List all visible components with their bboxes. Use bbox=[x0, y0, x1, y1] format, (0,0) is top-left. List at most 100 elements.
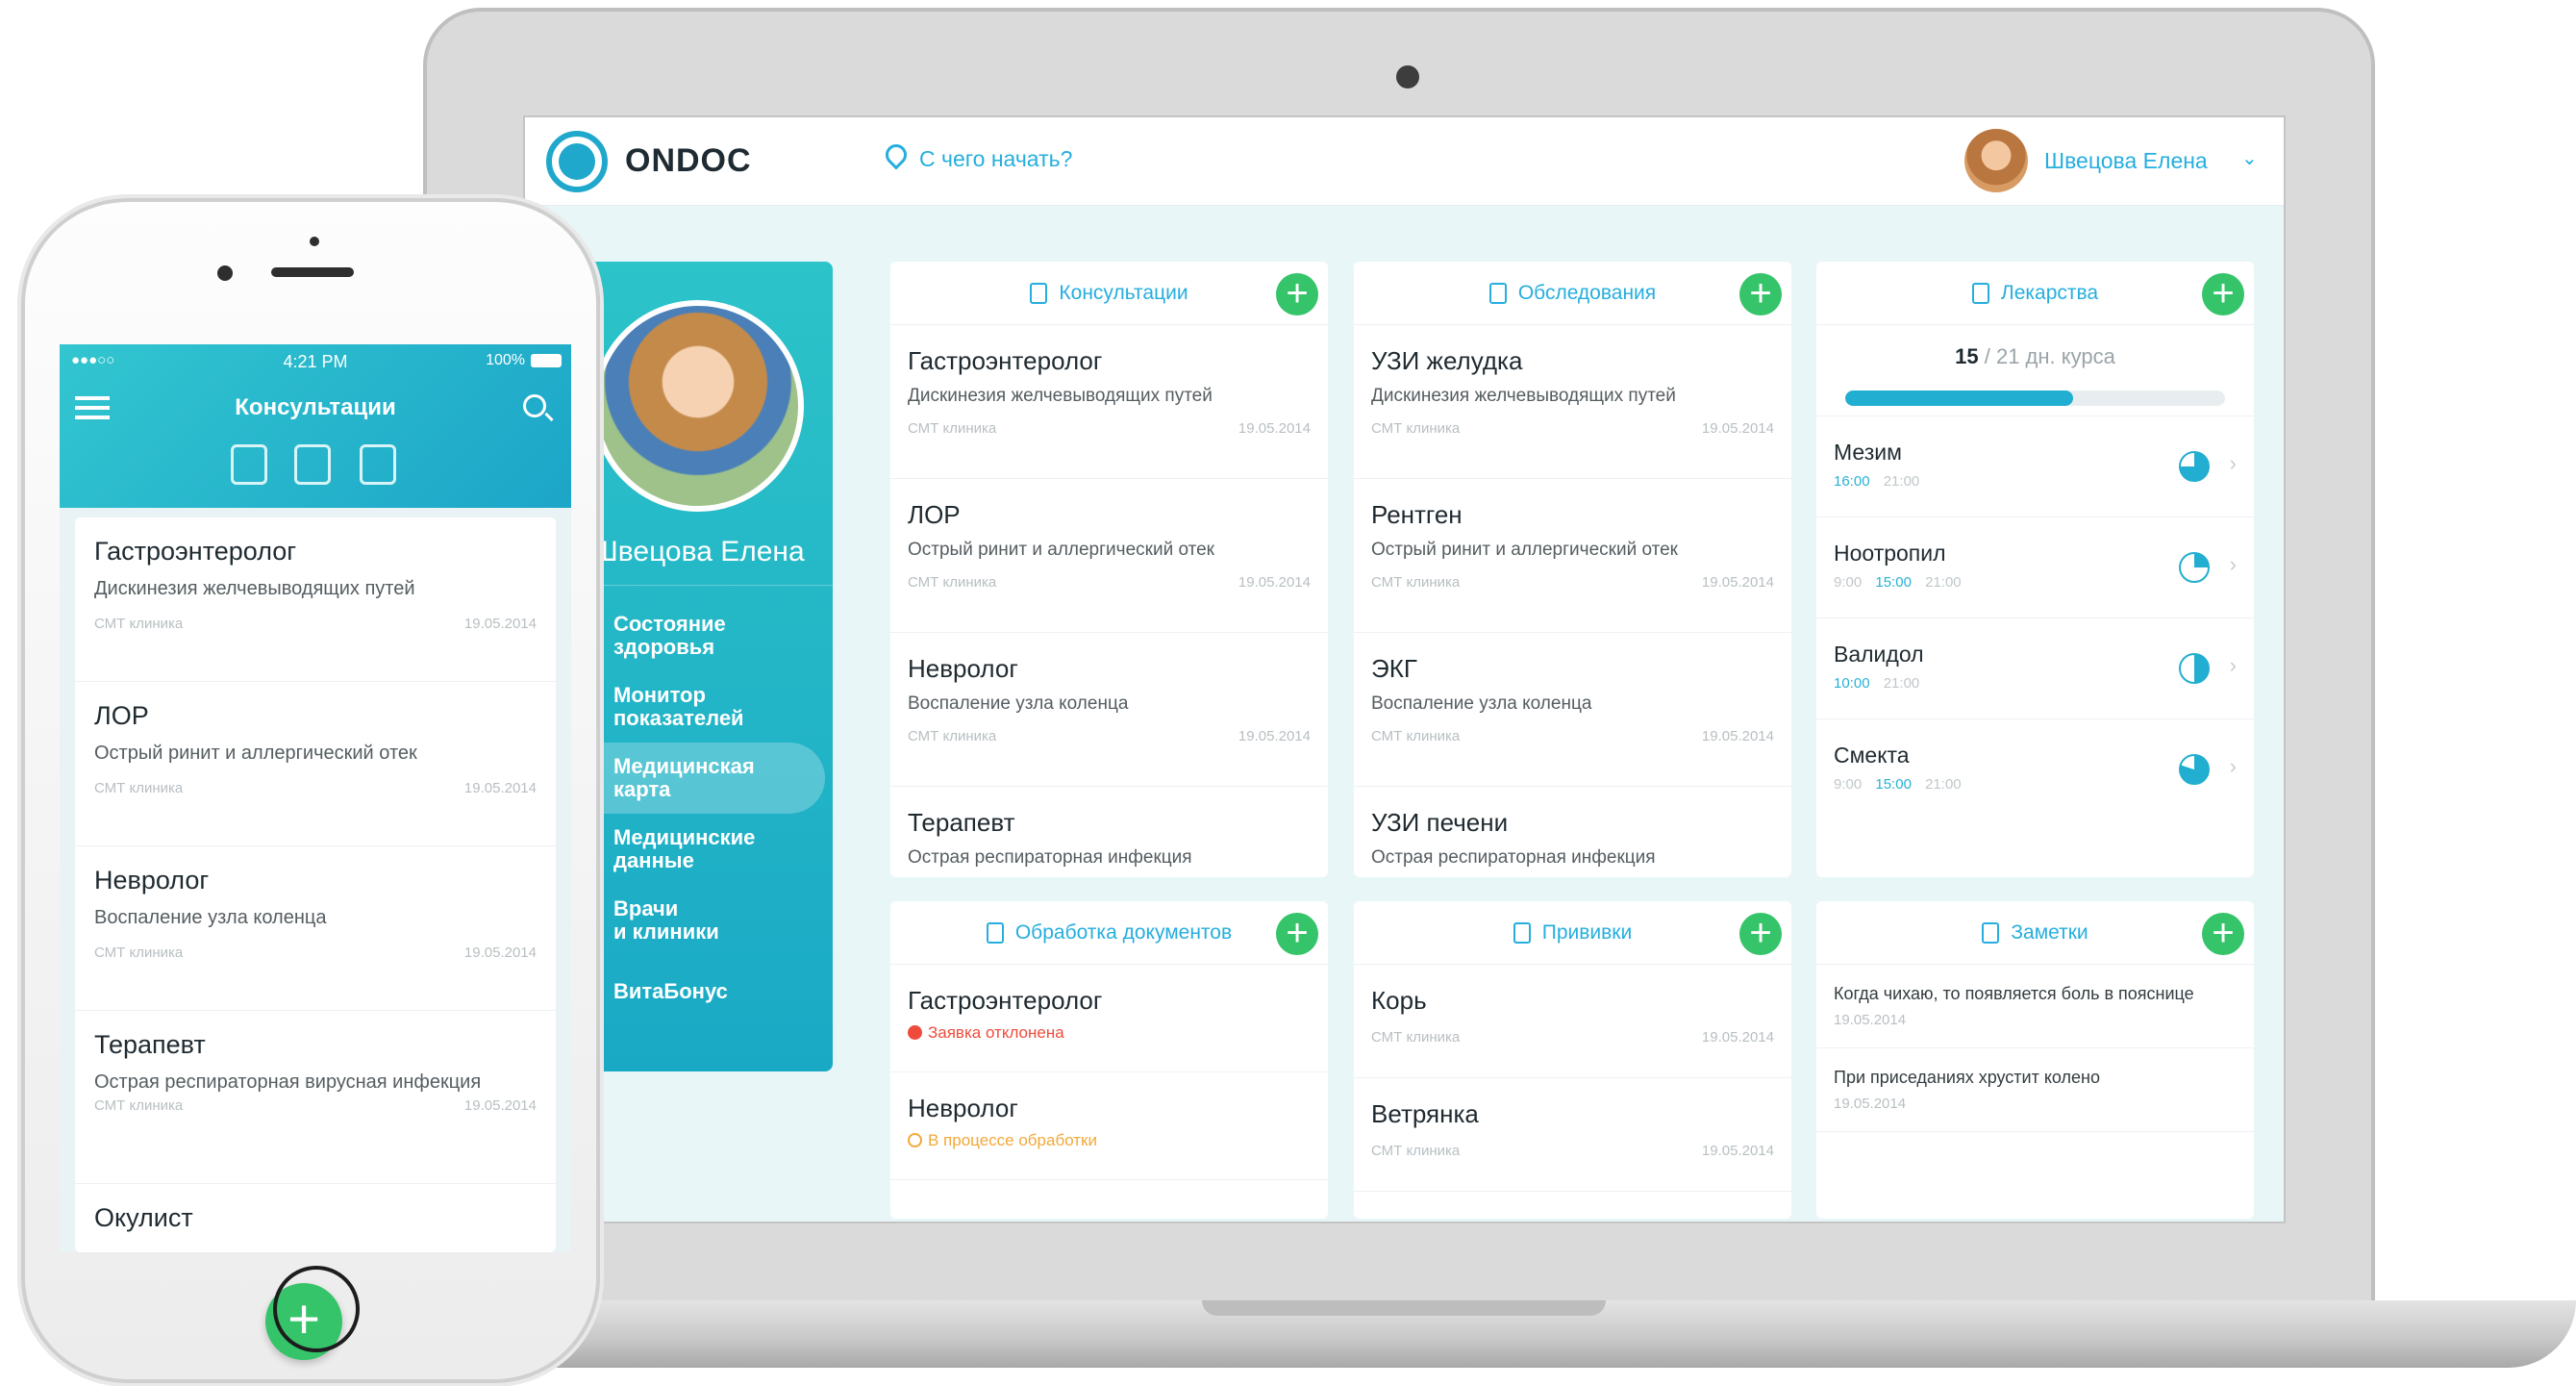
chevron-right-icon[interactable]: › bbox=[2230, 754, 2237, 779]
list-item[interactable]: Рентген Острый ринит и аллергический оте… bbox=[1354, 479, 1791, 633]
status-pending: В процессе обработки bbox=[908, 1131, 1311, 1150]
card-header: Прививки bbox=[1354, 901, 1791, 965]
profile-photo[interactable] bbox=[592, 300, 804, 512]
card-header: Обследования bbox=[1354, 262, 1791, 325]
sidebar-item-health[interactable]: Состояние здоровья bbox=[573, 600, 825, 671]
list-item[interactable]: Окулист bbox=[75, 1184, 556, 1252]
battery-icon bbox=[531, 354, 562, 367]
user-menu-name[interactable]: Швецова Елена bbox=[2044, 148, 2208, 174]
note-item[interactable]: При приседаниях хрустит колено 19.05.2014 bbox=[1816, 1048, 2254, 1132]
note-text: Когда чихаю, то появляется боль в поясни… bbox=[1834, 984, 2194, 1003]
list-item[interactable]: Невролог В процессе обработки bbox=[890, 1072, 1328, 1180]
item-date: 19.05.2014 bbox=[463, 780, 537, 796]
list-item[interactable]: Корь СМТ клиника 19.05.2014 bbox=[1354, 965, 1791, 1078]
phone-title: Консультации bbox=[235, 394, 396, 420]
dose-time: 21:00 bbox=[1883, 675, 1920, 692]
sidebar-item-medical-data[interactable]: Медицинские данные bbox=[573, 814, 825, 885]
sidebar-item-vitabonus[interactable]: ВитаБонус bbox=[573, 956, 825, 1027]
medicine-schedule: 9:00 15:00 21:00 bbox=[1834, 776, 2237, 793]
notes-card: Заметки + Когда чихаю, то появляется бол… bbox=[1816, 901, 2254, 1219]
note-date: 19.05.2014 bbox=[1834, 1096, 1907, 1112]
add-vaccination-button[interactable]: + bbox=[1739, 913, 1782, 955]
clinic-name: СМТ клиника bbox=[94, 780, 184, 796]
dose-progress-icon bbox=[2179, 754, 2210, 785]
item-date: 19.05.2014 bbox=[1701, 728, 1774, 744]
note-item[interactable]: Когда чихаю, то появляется боль в поясни… bbox=[1816, 965, 2254, 1048]
laptop-notch bbox=[1202, 1300, 1606, 1316]
item-date: 19.05.2014 bbox=[1701, 420, 1774, 437]
item-date: 19.05.2014 bbox=[1238, 728, 1311, 744]
card-header: Заметки bbox=[1816, 901, 2254, 965]
clinic-name: СМТ клиника bbox=[908, 574, 997, 591]
item-title: Корь bbox=[1371, 986, 1427, 1015]
pill-box-icon bbox=[1971, 282, 1989, 304]
item-title: ЛОР bbox=[908, 500, 961, 529]
sidebar-item-monitor[interactable]: Монитор показателей bbox=[573, 671, 825, 743]
phone-sensor bbox=[310, 237, 319, 246]
list-item[interactable]: УЗИ печени Острая респираторная инфекция bbox=[1354, 787, 1791, 877]
edit-note-icon bbox=[1982, 921, 2000, 944]
item-subtitle: Дискинезия желчевыводящих путей bbox=[94, 578, 415, 599]
search-icon[interactable] bbox=[523, 394, 546, 417]
vaccinations-card: Прививки + Корь СМТ клиника 19.05.2014 Ве… bbox=[1354, 901, 1791, 1219]
item-title: Окулист bbox=[94, 1203, 193, 1232]
chevron-right-icon[interactable]: › bbox=[2230, 451, 2237, 476]
user-avatar[interactable] bbox=[1964, 129, 2028, 192]
list-item[interactable]: Невролог Воспаление узла коленца СМТ кли… bbox=[890, 633, 1328, 787]
list-item[interactable]: Гастроэнтеролог Дискинезия желчевыводящи… bbox=[75, 517, 556, 682]
medicine-schedule: 9:00 15:00 21:00 bbox=[1834, 574, 2237, 591]
dose-time: 9:00 bbox=[1834, 776, 1863, 793]
list-item[interactable]: Ветрянка СМТ клиника 19.05.2014 bbox=[1354, 1078, 1791, 1192]
add-consultation-button[interactable]: + bbox=[1276, 273, 1318, 315]
dose-time: 15:00 bbox=[1875, 574, 1912, 591]
item-subtitle: Воспаление узла коленца bbox=[908, 693, 1129, 714]
medicine-item[interactable]: Мезим 16:00 21:00 › bbox=[1816, 416, 2254, 517]
list-item[interactable]: Терапевт Острая респираторная инфекция bbox=[890, 787, 1328, 877]
dose-time: 21:00 bbox=[1925, 776, 1962, 793]
phone-header: ●●●○○ 4:21 PM 100% Консультации bbox=[60, 344, 571, 508]
status-text: В процессе обработки bbox=[928, 1131, 1097, 1149]
sidebar-item-doctors[interactable]: Врачи и клиники bbox=[573, 885, 825, 956]
medicine-item[interactable]: Валидол 10:00 21:00 › bbox=[1816, 617, 2254, 718]
list-item[interactable]: УЗИ желудка Дискинезия желчевыводящих пу… bbox=[1354, 325, 1791, 479]
clinic-name: СМТ клиника bbox=[1371, 574, 1461, 591]
logo-text[interactable]: ONDOC bbox=[625, 142, 752, 180]
list-item[interactable]: Терапевт Острая респираторная вирусная и… bbox=[75, 1011, 556, 1184]
error-icon bbox=[908, 1025, 922, 1040]
sidebar-item-medical-card[interactable]: Медицинская карта bbox=[573, 743, 825, 814]
item-subtitle: Острый ринит и аллергический отек bbox=[94, 743, 417, 764]
chevron-down-icon[interactable]: ⌄ bbox=[2241, 146, 2258, 170]
clinic-name: СМТ клиника bbox=[908, 420, 997, 437]
pulse-tab-icon[interactable] bbox=[294, 444, 331, 485]
add-document-button[interactable]: + bbox=[1276, 913, 1318, 955]
phone-frame: ●●●○○ 4:21 PM 100% Консультации Гастроэн… bbox=[21, 198, 600, 1383]
medicine-item[interactable]: Смекта 9:00 15:00 21:00 › bbox=[1816, 718, 2254, 819]
list-item[interactable]: ЛОР Острый ринит и аллергический отек СМ… bbox=[75, 682, 556, 846]
list-item[interactable]: ЛОР Острый ринит и аллергический отек СМ… bbox=[890, 479, 1328, 633]
list-item[interactable]: Невролог Воспаление узла коленца СМТ кли… bbox=[75, 846, 556, 1011]
add-medicine-button[interactable]: + bbox=[2202, 273, 2244, 315]
home-button[interactable] bbox=[273, 1266, 360, 1352]
getting-started-link[interactable]: С чего начать? bbox=[919, 146, 1072, 172]
list-item[interactable]: ЭКГ Воспаление узла коленца СМТ клиника 1… bbox=[1354, 633, 1791, 787]
document-tab-icon[interactable] bbox=[360, 444, 396, 485]
dose-time: 9:00 bbox=[1834, 574, 1863, 591]
clipboard-tab-icon[interactable] bbox=[231, 444, 267, 485]
ondoc-logo-icon[interactable] bbox=[546, 131, 608, 192]
sidebar-item-label: Медицинская карта bbox=[613, 754, 755, 801]
list-item[interactable]: Гастроэнтеролог Дискинезия желчевыводящи… bbox=[890, 325, 1328, 479]
add-examination-button[interactable]: + bbox=[1739, 273, 1782, 315]
item-title: Невролог bbox=[908, 654, 1018, 683]
status-text: Заявка отклонена bbox=[928, 1023, 1064, 1042]
course-day-total: / 21 дн. курса bbox=[1978, 344, 2115, 368]
add-note-button[interactable]: + bbox=[2202, 913, 2244, 955]
item-subtitle: Дискинезия желчевыводящих путей bbox=[1371, 386, 1676, 406]
clinic-name: СМТ клиника bbox=[94, 616, 184, 632]
item-subtitle: Острая респираторная инфекция bbox=[908, 847, 1192, 868]
list-item[interactable]: Гастроэнтеролог Заявка отклонена bbox=[890, 965, 1328, 1072]
medicine-item[interactable]: Ноотропил 9:00 15:00 21:00 › bbox=[1816, 517, 2254, 617]
note-text: При приседаниях хрустит колено bbox=[1834, 1068, 2100, 1087]
chevron-right-icon[interactable]: › bbox=[2230, 552, 2237, 577]
item-date: 19.05.2014 bbox=[1701, 1029, 1774, 1046]
chevron-right-icon[interactable]: › bbox=[2230, 653, 2237, 678]
